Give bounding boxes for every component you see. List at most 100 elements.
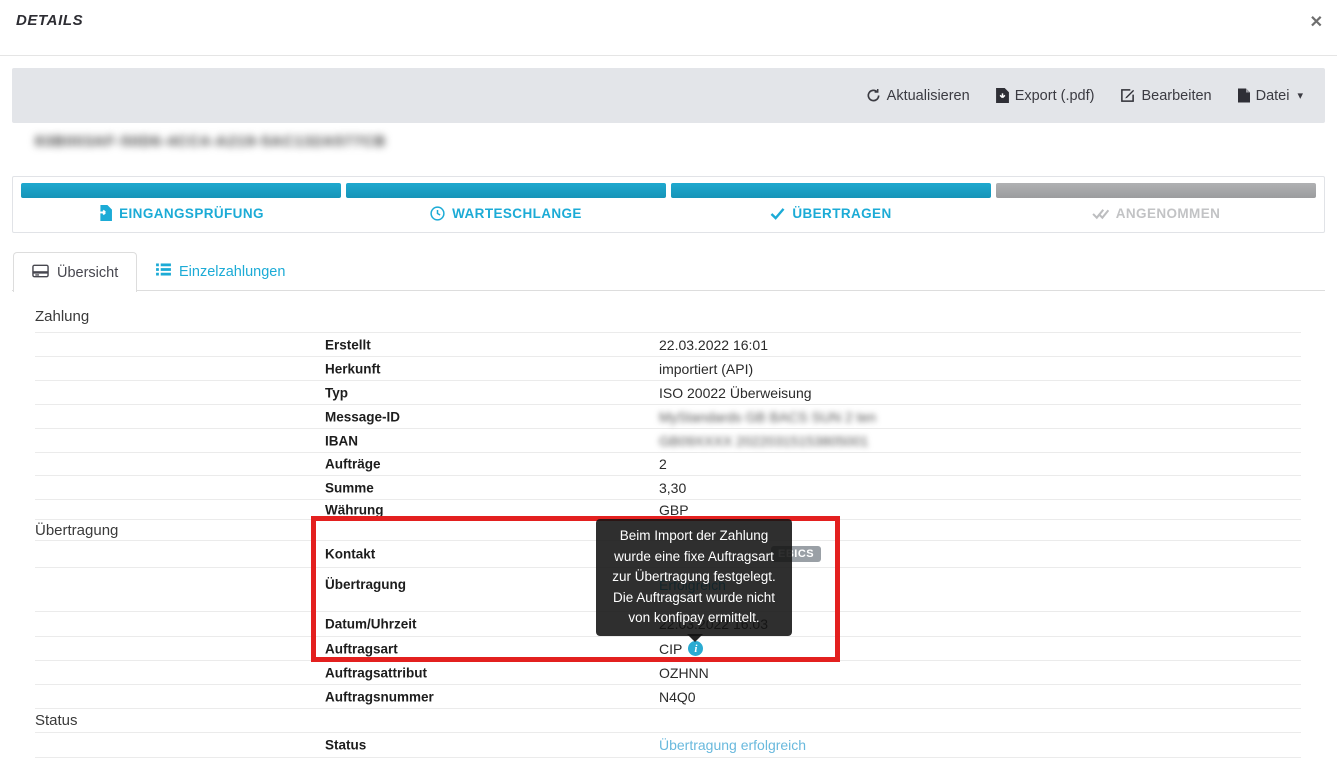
double-check-icon: [1092, 207, 1109, 220]
row-label: Auftragsnummer: [325, 689, 434, 704]
table-row: Status Übertragung erfolgreich: [35, 733, 1301, 758]
row-value-text: OZHNN: [659, 665, 709, 681]
row-value-text: importiert (API): [659, 361, 753, 377]
row-label: Auftragsart: [325, 641, 398, 656]
edit-button[interactable]: Bearbeiten: [1120, 88, 1211, 104]
progress-bars: [21, 183, 1316, 198]
row-value: importiert (API): [659, 361, 753, 377]
tab-einzelzahlungen[interactable]: Einzelzahlungen: [138, 252, 303, 291]
row-value: MyStandards GB BACS SUN 2 ten: [659, 409, 876, 425]
table-row: Währung GBP: [35, 500, 1301, 520]
tooltip-line: Die Auftragsart wurde nicht: [600, 588, 788, 609]
row-value-text: 22.03.2022 16:01: [659, 337, 768, 353]
section-header: Zahlung: [35, 300, 1301, 333]
row-value-text: MyStandards GB BACS SUN 2 ten: [659, 409, 876, 425]
row-label: Datum/Uhrzeit: [325, 617, 417, 632]
auftragsart-tooltip: Beim Import der Zahlung wurde eine fixe …: [596, 519, 792, 636]
row-value: ISO 20022 Überweisung: [659, 385, 812, 401]
row-label: Auftragsattribut: [325, 665, 427, 680]
export-pdf-button[interactable]: Export (.pdf): [996, 88, 1095, 104]
table-row: Auftragsattribut OZHNN: [35, 661, 1301, 685]
row-value: 3,30: [659, 480, 686, 496]
edit-icon: [1120, 88, 1135, 103]
progress-bar-angenommen: [996, 183, 1316, 198]
edit-label: Bearbeiten: [1141, 88, 1211, 104]
tooltip-line: zur Übertragung festgelegt.: [600, 567, 788, 588]
step-warteschlange: WARTESCHLANGE: [346, 205, 666, 221]
progress-bar-eingangspruefung: [21, 183, 341, 198]
row-label: Übertragung: [325, 577, 406, 592]
row-label: IBAN: [325, 433, 358, 448]
refresh-button[interactable]: Aktualisieren: [866, 88, 970, 104]
row-value-text: N4Q0: [659, 689, 696, 705]
refresh-icon: [866, 88, 881, 103]
table-row: Typ ISO 20022 Überweisung: [35, 381, 1301, 405]
table-row: Summe 3,30: [35, 476, 1301, 500]
row-value-text: Übertragung erfolgreich: [659, 737, 806, 753]
refresh-label: Aktualisieren: [887, 88, 970, 104]
tab-label: Übersicht: [57, 265, 118, 281]
progress-panel: EINGANGSPRÜFUNG WARTESCHLANGE ÜBERTRAGEN: [12, 176, 1325, 233]
row-label: Erstellt: [325, 337, 371, 352]
page-title: DETAILS: [16, 12, 83, 29]
file-icon: [1238, 88, 1250, 103]
close-icon[interactable]: ✕: [1310, 12, 1323, 32]
tooltip-line: von konfipay ermittelt.: [600, 608, 788, 629]
file-export-icon: [996, 88, 1009, 103]
card-icon: [32, 264, 49, 282]
row-value: GB09XXXX 20220315153805001: [659, 433, 868, 449]
row-value[interactable]: Übertragung erfolgreich: [659, 737, 806, 753]
step-label: ANGENOMMEN: [1116, 206, 1221, 221]
row-label: Währung: [325, 502, 384, 517]
section-title: Status: [35, 712, 78, 729]
row-label: Kontakt: [325, 547, 375, 562]
row-value-text: 2: [659, 456, 667, 472]
info-icon[interactable]: i: [688, 641, 703, 656]
progress-bar-warteschlange: [346, 183, 666, 198]
section-title: Übertragung: [35, 522, 118, 539]
progress-bar-uebertragen: [671, 183, 991, 198]
table-row: Herkunft importiert (API): [35, 357, 1301, 381]
payment-id-redacted: 83B003AF-50D6-4CC4-A219-5AC132A577CB: [35, 133, 386, 150]
row-value: OZHNN: [659, 665, 709, 681]
row-value-text: CIP: [659, 641, 682, 657]
file-menu-label: Datei: [1256, 88, 1290, 104]
list-icon: [156, 263, 171, 280]
row-value-text: ISO 20022 Überweisung: [659, 385, 812, 401]
row-value-text: 3,30: [659, 480, 686, 496]
row-label: Summe: [325, 480, 374, 495]
tab-uebersicht[interactable]: Übersicht: [13, 252, 137, 292]
row-value: 2: [659, 456, 667, 472]
file-menu-button[interactable]: Datei ▾: [1238, 88, 1303, 104]
step-label: EINGANGSPRÜFUNG: [119, 206, 264, 221]
table-row: Erstellt 22.03.2022 16:01: [35, 333, 1301, 357]
file-import-icon: [98, 205, 112, 221]
step-label: ÜBERTRAGEN: [792, 206, 891, 221]
table-row: Auftragsart CIP i: [35, 637, 1301, 661]
table-row: Aufträge 2: [35, 453, 1301, 476]
row-label: Status: [325, 738, 366, 753]
row-value: CIP i: [659, 641, 703, 657]
check-icon: [770, 207, 785, 220]
tooltip-line: wurde eine fixe Auftragsart: [600, 547, 788, 568]
row-value: GBP: [659, 502, 689, 518]
tooltip-arrow: [687, 634, 703, 642]
toolbar: Aktualisieren Export (.pdf) Bearbeiten D…: [12, 68, 1325, 123]
section-header: Status: [35, 709, 1301, 733]
step-uebertragen: ÜBERTRAGEN: [671, 205, 991, 221]
row-value: N4Q0: [659, 689, 696, 705]
caret-down-icon: ▾: [1297, 89, 1303, 102]
table-row: IBAN GB09XXXX 20220315153805001: [35, 429, 1301, 453]
row-value: 22.03.2022 16:01: [659, 337, 768, 353]
row-label: Aufträge: [325, 457, 381, 472]
row-label: Typ: [325, 385, 348, 400]
row-value-text: GB09XXXX 20220315153805001: [659, 433, 868, 449]
header-divider: [0, 55, 1337, 56]
table-row: Message-IDMyStandards GB BACS SUN 2 ten: [35, 405, 1301, 429]
tab-label: Einzelzahlungen: [179, 264, 285, 280]
step-eingangspruefung: EINGANGSPRÜFUNG: [21, 205, 341, 221]
step-label: WARTESCHLANGE: [452, 206, 582, 221]
export-pdf-label: Export (.pdf): [1015, 88, 1095, 104]
row-value-text: GBP: [659, 502, 689, 518]
row-label: Herkunft: [325, 361, 381, 376]
